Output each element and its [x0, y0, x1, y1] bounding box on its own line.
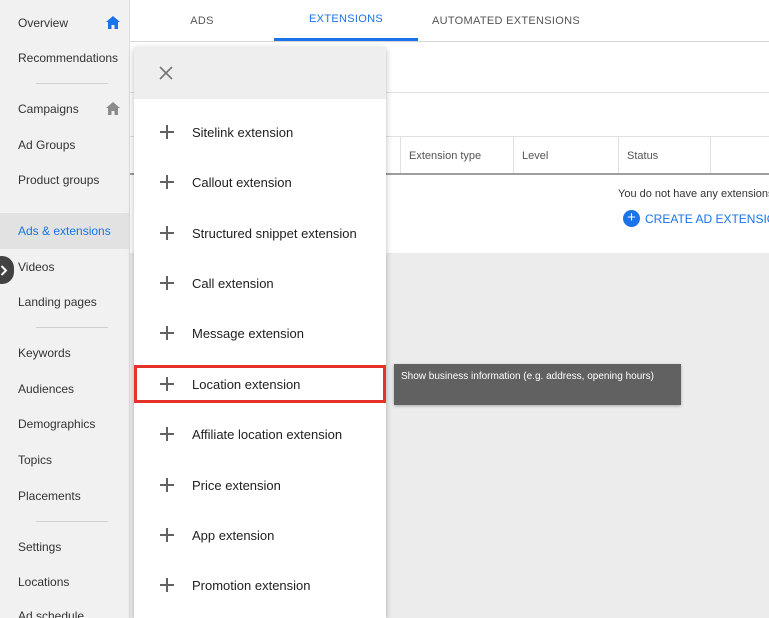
- sidebar-item-label: Keywords: [18, 346, 71, 360]
- sidebar-item-label: Locations: [18, 575, 70, 589]
- tab-bar: ADS EXTENSIONS AUTOMATED EXTENSIONS: [130, 0, 769, 42]
- sidebar-divider: [36, 521, 108, 522]
- sidebar-item-ad-schedule[interactable]: Ad schedule: [0, 598, 129, 618]
- tab-label: AUTOMATED EXTENSIONS: [431, 14, 580, 27]
- sidebar-item-campaigns[interactable]: Campaigns: [0, 91, 129, 127]
- tab-label: ADS: [190, 14, 214, 27]
- menu-item-label: Sitelink extension: [192, 124, 294, 140]
- sidebar-item-videos[interactable]: Videos: [0, 249, 129, 285]
- sidebar-divider: [36, 327, 108, 328]
- sidebar-item-label: Product groups: [18, 173, 100, 187]
- plus-icon: [160, 125, 174, 139]
- tooltip-text: Show business information (e.g. address,…: [401, 371, 654, 382]
- sidebar-item-landing-pages[interactable]: Landing pages: [0, 284, 129, 320]
- menu-item-call-extension[interactable]: Call extension: [134, 263, 386, 303]
- sidebar-item-ad-groups[interactable]: Ad Groups: [0, 127, 129, 163]
- sidebar-item-product-groups[interactable]: Product groups: [0, 162, 129, 198]
- plus-icon: [160, 175, 174, 189]
- menu-item-label: App extension: [192, 527, 275, 543]
- plus-icon: [160, 478, 174, 492]
- column-header-label: Status: [627, 150, 659, 162]
- menu-item-label: Promotion extension: [192, 577, 311, 593]
- plus-icon: [160, 427, 174, 441]
- sidebar-item-demographics[interactable]: Demographics: [0, 406, 129, 442]
- plus-icon: [160, 528, 174, 542]
- menu-item-promotion-extension[interactable]: Promotion extension: [134, 565, 386, 605]
- sidebar-item-ads-extensions[interactable]: Ads & extensions: [0, 213, 129, 249]
- sidebar-item-locations[interactable]: Locations: [0, 564, 129, 600]
- sidebar-item-overview[interactable]: Overview: [0, 5, 129, 41]
- create-button-label: CREATE AD EXTENSIO: [645, 211, 769, 226]
- sidebar-item-label: Ad Groups: [18, 138, 76, 152]
- tab-extensions[interactable]: EXTENSIONS: [274, 0, 418, 41]
- sidebar-item-label: Settings: [18, 540, 62, 554]
- extension-type-menu: Sitelink extension Callout extension Str…: [134, 47, 386, 618]
- sidebar-item-label: Placements: [18, 489, 81, 503]
- plus-icon: [160, 226, 174, 240]
- menu-item-label: Price extension: [192, 477, 281, 493]
- menu-item-label: Callout extension: [192, 174, 292, 190]
- column-header-label: Level: [522, 150, 549, 162]
- menu-item-app-extension[interactable]: App extension: [134, 515, 386, 555]
- sidebar-item-topics[interactable]: Topics: [0, 442, 129, 478]
- sidebar-item-label: Ad schedule: [18, 609, 85, 618]
- sidebar-item-placements[interactable]: Placements: [0, 478, 129, 514]
- create-ad-extension-button[interactable]: + CREATE AD EXTENSIO: [623, 210, 769, 227]
- menu-header: [134, 47, 386, 99]
- sidebar-item-label: Landing pages: [18, 295, 97, 309]
- sidebar-item-keywords[interactable]: Keywords: [0, 335, 129, 371]
- column-header-status[interactable]: Status: [618, 137, 710, 175]
- menu-item-structured-snippet-extension[interactable]: Structured snippet extension: [134, 213, 386, 253]
- tab-label: EXTENSIONS: [309, 13, 383, 25]
- home-icon: [106, 16, 120, 29]
- app-root: Overview Recommendations Campaigns Ad Gr…: [0, 0, 769, 618]
- empty-table-message: You do not have any extensions: [618, 188, 769, 200]
- sidebar-nav: Overview Recommendations Campaigns Ad Gr…: [0, 0, 130, 618]
- sidebar-item-audiences[interactable]: Audiences: [0, 371, 129, 407]
- home-icon: [106, 102, 120, 115]
- menu-item-label: Affiliate location extension: [192, 426, 343, 442]
- menu-item-price-extension[interactable]: Price extension: [134, 465, 386, 505]
- tooltip: Show business information (e.g. address,…: [394, 364, 681, 405]
- plus-icon: [160, 578, 174, 592]
- menu-item-label: Structured snippet extension: [192, 225, 357, 241]
- menu-item-label: Message extension: [192, 325, 305, 341]
- chevron-right-icon: [0, 264, 8, 276]
- column-header-extension-type[interactable]: Extension type: [400, 137, 513, 175]
- sidebar-item-recommendations[interactable]: Recommendations: [0, 40, 129, 76]
- column-header-label: Extension type: [409, 150, 482, 162]
- menu-item-sitelink-extension[interactable]: Sitelink extension: [134, 112, 386, 152]
- menu-item-label: Call extension: [192, 275, 274, 291]
- highlight-box: [134, 365, 386, 403]
- menu-item-affiliate-location-extension[interactable]: Affiliate location extension: [134, 414, 386, 454]
- menu-item-callout-extension[interactable]: Callout extension: [134, 162, 386, 202]
- sidebar-item-label: Overview: [18, 16, 69, 30]
- sidebar-item-label: Demographics: [18, 417, 96, 431]
- plus-icon: [160, 326, 174, 340]
- sidebar-item-settings[interactable]: Settings: [0, 529, 129, 565]
- menu-item-message-extension[interactable]: Message extension: [134, 313, 386, 353]
- sidebar-item-label: Recommendations: [18, 51, 119, 65]
- sidebar-item-label: Audiences: [18, 382, 75, 396]
- sidebar-item-label: Topics: [18, 453, 53, 467]
- close-icon[interactable]: [158, 65, 174, 81]
- sidebar-item-label: Videos: [18, 260, 55, 274]
- sidebar-item-label: Campaigns: [18, 102, 79, 116]
- column-header-empty: [710, 137, 769, 175]
- add-circle-icon: +: [623, 210, 640, 227]
- tab-automated-extensions[interactable]: AUTOMATED EXTENSIONS: [430, 0, 582, 41]
- sidebar-divider: [36, 83, 108, 84]
- column-header-level[interactable]: Level: [513, 137, 618, 175]
- plus-icon: [160, 276, 174, 290]
- sidebar-item-label: Ads & extensions: [18, 224, 111, 238]
- tab-ads[interactable]: ADS: [170, 0, 234, 41]
